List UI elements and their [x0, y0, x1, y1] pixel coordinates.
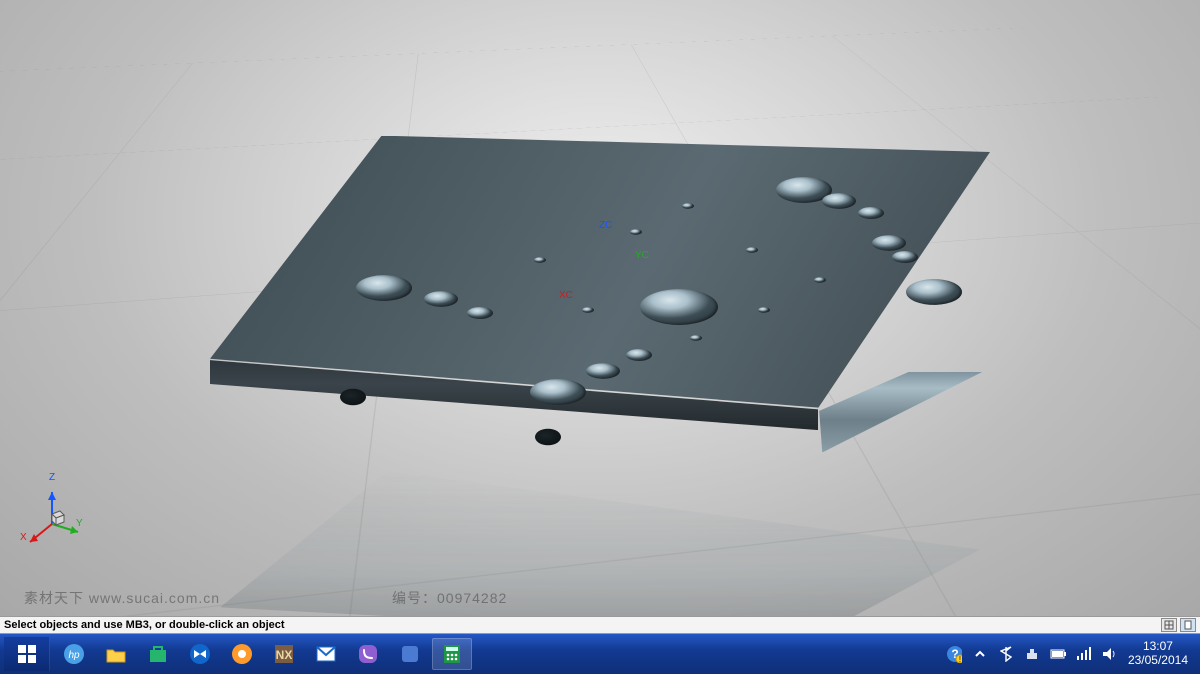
plate-side-hole[interactable]: [340, 388, 366, 405]
tray-battery-icon[interactable]: [1050, 646, 1066, 662]
status-prompt: Select objects and use MB3, or double-cl…: [4, 619, 285, 631]
view-triad[interactable]: Z Y X: [24, 488, 80, 544]
plate-side-hole[interactable]: [535, 428, 561, 445]
taskbar-app-media[interactable]: [222, 638, 262, 670]
taskbar-app-nx[interactable]: NX: [264, 638, 304, 670]
tray-help-icon[interactable]: ?!: [946, 646, 962, 662]
tray-chevron-up-icon[interactable]: [972, 646, 988, 662]
plate-hole-small[interactable]: [814, 277, 827, 283]
plate-hole-small[interactable]: [534, 257, 547, 263]
tray-wifi-icon[interactable]: [1076, 646, 1092, 662]
tray-safely-remove-icon[interactable]: [1024, 646, 1040, 662]
windows-taskbar[interactable]: hp NX ?! 13:07 23/05/2014: [0, 634, 1200, 674]
app-icon: [398, 642, 422, 666]
store-icon: [146, 642, 170, 666]
plate-hole-small[interactable]: [690, 335, 703, 341]
cad-viewport[interactable]: ZC YC XC Z Y X 素材天下 www.sucai.com.cn 编号：…: [0, 0, 1200, 616]
taskbar-app-teamviewer[interactable]: [180, 638, 220, 670]
plate-hole-small[interactable]: [682, 203, 695, 209]
axis-y-label: YC: [635, 250, 649, 261]
media-icon: [230, 642, 254, 666]
clock-time: 13:07: [1128, 640, 1188, 654]
grid-icon: [1164, 620, 1174, 630]
plate-hole-small[interactable]: [746, 247, 759, 253]
plate-hole-small[interactable]: [758, 307, 771, 313]
taskbar-app-misc[interactable]: [390, 638, 430, 670]
taskbar-app-calculator[interactable]: [432, 638, 472, 670]
calculator-icon: [440, 642, 464, 666]
axis-z-label: ZC: [599, 220, 612, 231]
axis-x-label: X: [20, 532, 27, 543]
svg-text:hp: hp: [68, 650, 80, 661]
taskbar-clock[interactable]: 13:07 23/05/2014: [1128, 640, 1188, 668]
folder-icon: [104, 642, 128, 666]
work-csys[interactable]: ZC YC XC: [601, 272, 602, 284]
plate-hole-small[interactable]: [630, 229, 643, 235]
axis-x-label: XC: [559, 290, 573, 301]
hp-icon: hp: [62, 642, 86, 666]
viber-icon: [356, 642, 380, 666]
windows-logo-icon: [16, 643, 38, 665]
status-toggle-2[interactable]: [1180, 618, 1196, 632]
outlook-icon: [314, 642, 338, 666]
tray-volume-icon[interactable]: [1102, 646, 1118, 662]
taskbar-app-explorer[interactable]: [96, 638, 136, 670]
plate-hole-small[interactable]: [582, 307, 595, 313]
triad-cube-icon[interactable]: [48, 508, 66, 526]
taskbar-app-viber[interactable]: [348, 638, 388, 670]
cad-plate-model[interactable]: [210, 136, 990, 456]
status-toggle-1[interactable]: [1161, 618, 1177, 632]
taskbar-app-store[interactable]: [138, 638, 178, 670]
taskbar-app-outlook[interactable]: [306, 638, 346, 670]
system-tray[interactable]: ?! 13:07 23/05/2014: [946, 640, 1196, 668]
start-button[interactable]: [4, 637, 50, 671]
plate-hole[interactable]: [904, 278, 964, 305]
teamviewer-icon: [188, 642, 212, 666]
svg-text:!: !: [959, 655, 962, 663]
svg-text:NX: NX: [276, 648, 293, 662]
taskbar-app-hp[interactable]: hp: [54, 638, 94, 670]
axis-z-label: Z: [49, 472, 55, 483]
page-icon: [1183, 620, 1193, 630]
clock-date: 23/05/2014: [1128, 654, 1188, 668]
axis-y-label: Y: [76, 518, 83, 529]
nx-icon: NX: [272, 642, 296, 666]
status-bar: Select objects and use MB3, or double-cl…: [0, 616, 1200, 634]
tray-bluetooth-icon[interactable]: [998, 646, 1014, 662]
